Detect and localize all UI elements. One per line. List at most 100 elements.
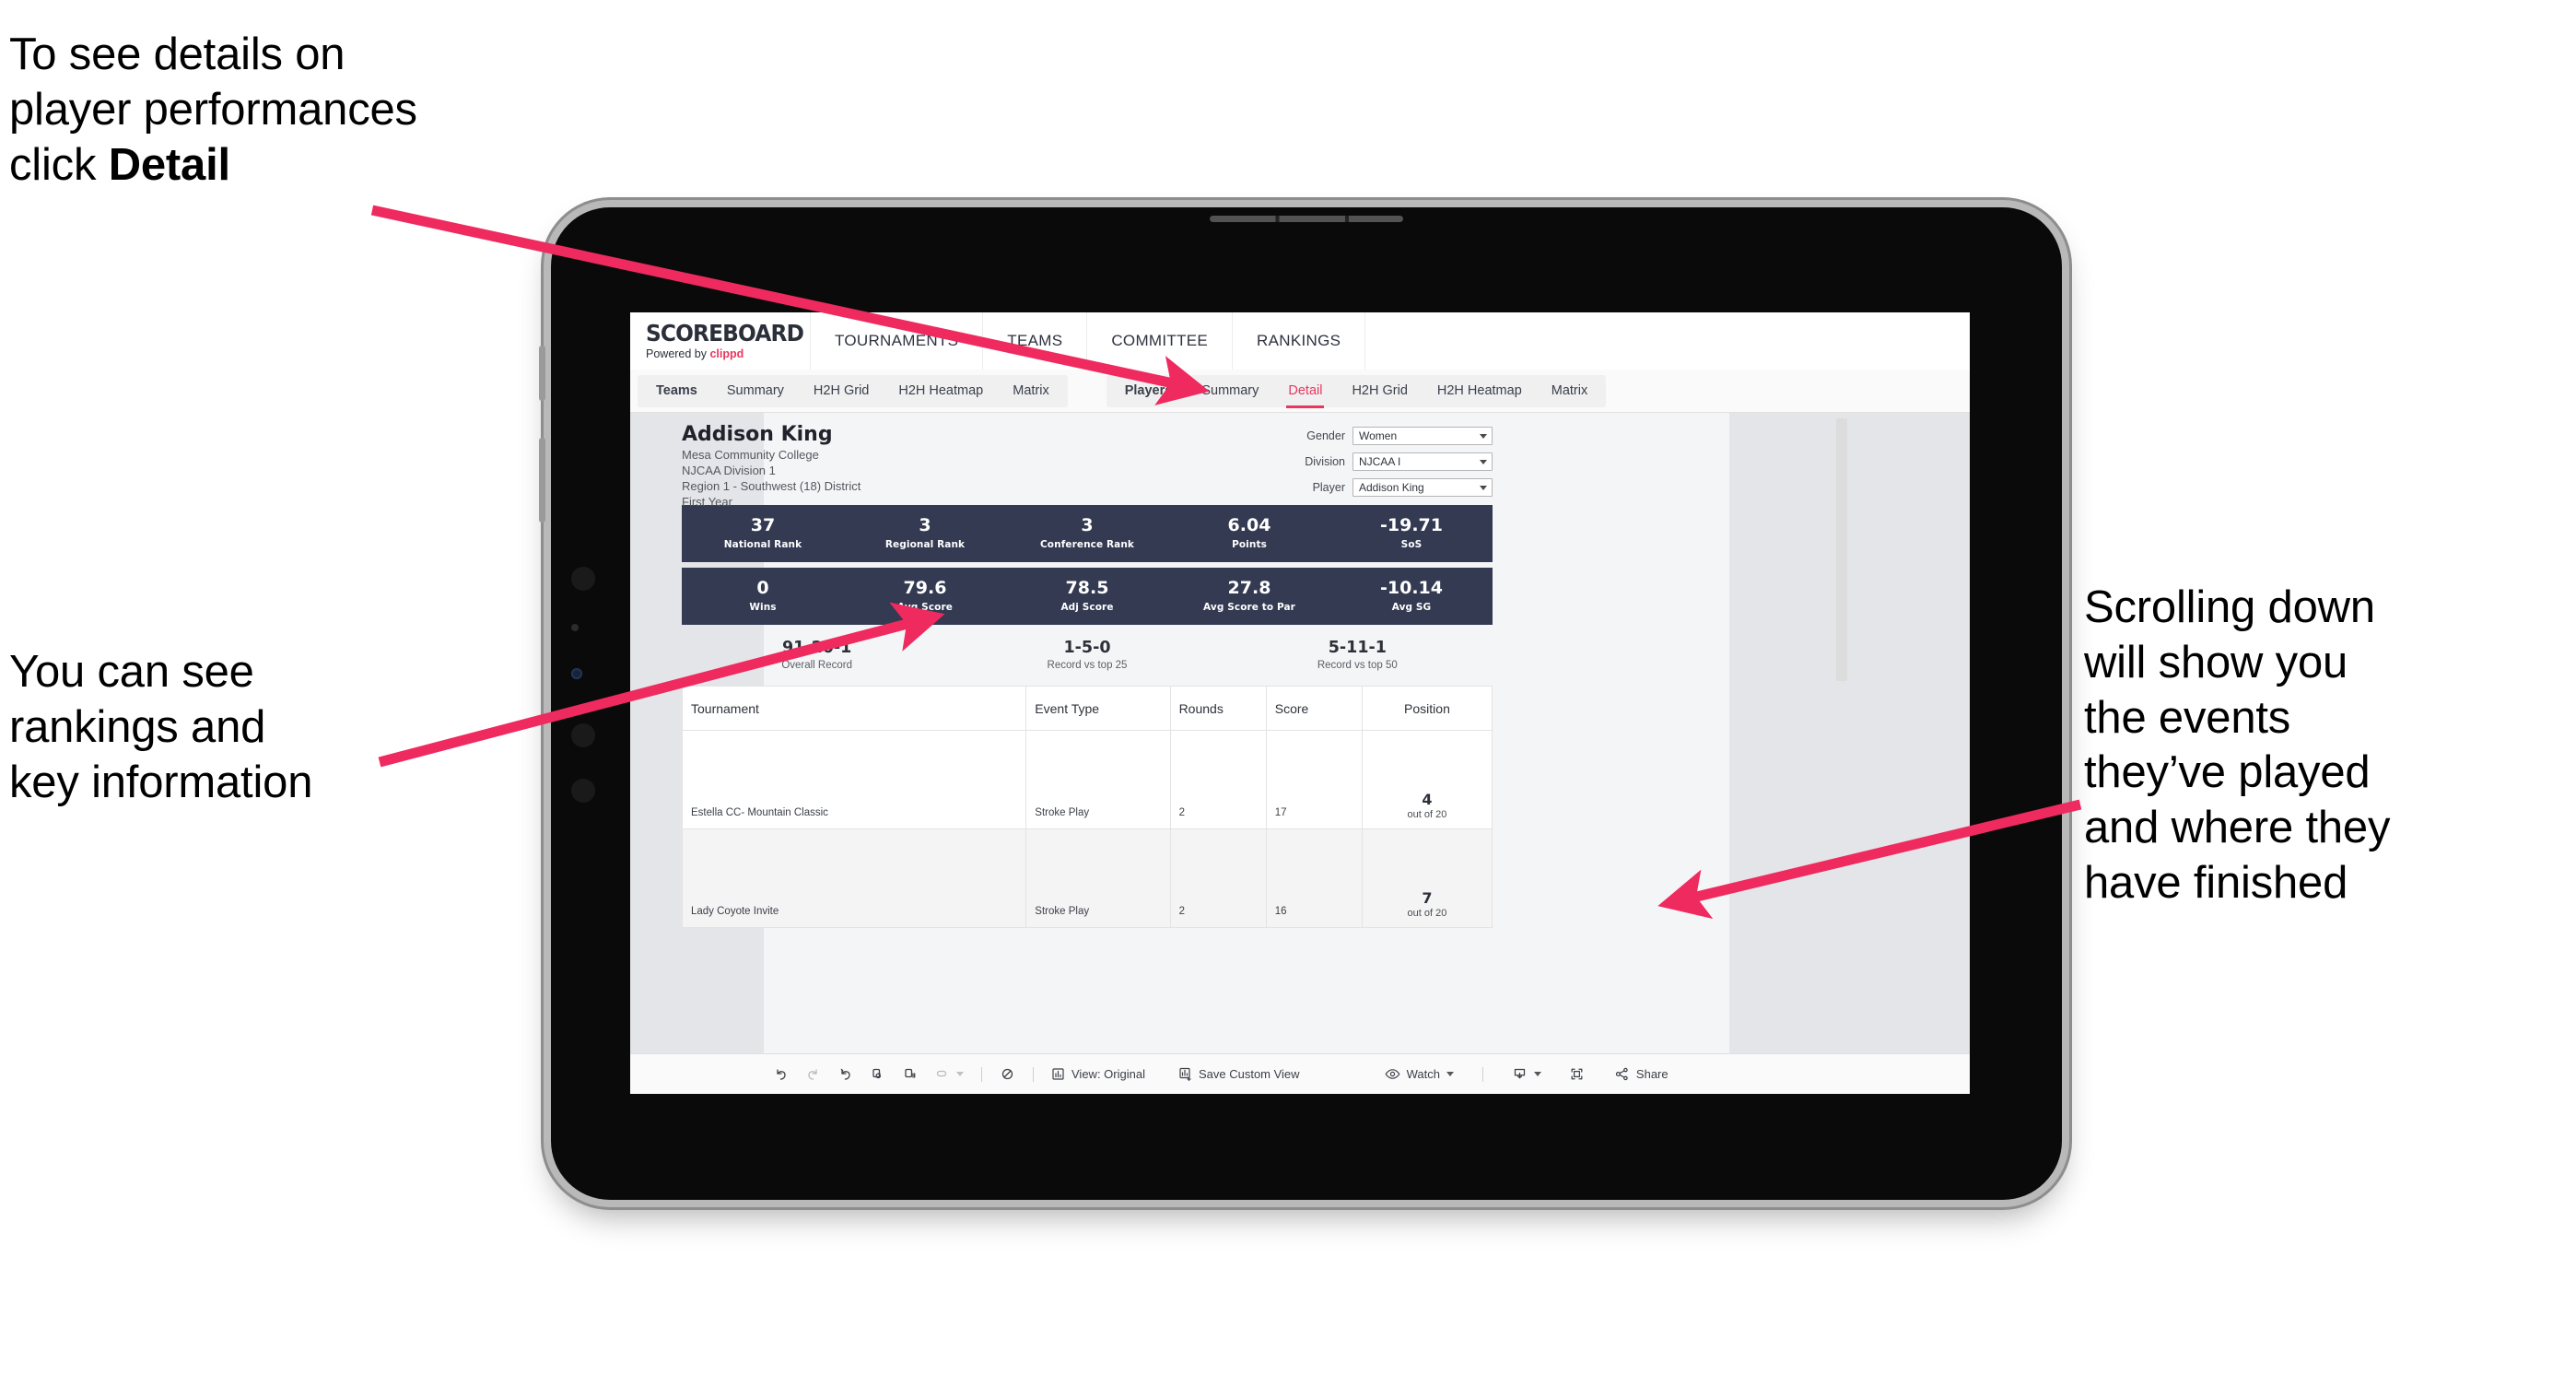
cell-tournament: Lady Coyote Invite — [681, 828, 1027, 928]
stat-label: Adj Score — [1060, 601, 1114, 613]
refresh-data-button[interactable] — [861, 1054, 894, 1095]
tab-group-teams: Teams Summary H2H Grid H2H Heatmap Matri… — [638, 374, 1068, 407]
column-header-score[interactable]: Score — [1265, 686, 1363, 731]
stat-adj-score: 78.5 Adj Score — [1006, 579, 1168, 613]
record-label: Record vs top 25 — [1047, 660, 1128, 672]
pace-button[interactable] — [991, 1054, 1024, 1095]
record-vs-top-25: 1-5-0 Record vs top 25 — [952, 638, 1222, 672]
tab-teams-summary[interactable]: Summary — [712, 375, 799, 407]
vertical-scrollbar-thumb[interactable] — [1836, 418, 1847, 681]
column-header-event-type[interactable]: Event Type — [1025, 686, 1171, 731]
undo-button[interactable] — [765, 1054, 797, 1095]
clippd-name: clippd — [709, 347, 744, 361]
tab-teams-h2h-heatmap[interactable]: H2H Heatmap — [884, 375, 998, 407]
watch-button[interactable]: Watch — [1376, 1054, 1462, 1095]
revert-button[interactable] — [829, 1054, 861, 1095]
brand-title: SCOREBOARD — [646, 320, 804, 347]
filter-value-player: Addison King — [1359, 481, 1424, 494]
toolbar-divider — [1033, 1066, 1034, 1082]
record-value: 1-5-0 — [1063, 638, 1111, 657]
pan-button[interactable] — [926, 1054, 972, 1095]
tab-teams-matrix[interactable]: Matrix — [998, 375, 1063, 407]
download-button[interactable] — [1504, 1054, 1550, 1095]
save-custom-view-button[interactable]: Save Custom View — [1170, 1054, 1308, 1095]
tab-players-matrix[interactable]: Matrix — [1537, 375, 1602, 407]
stat-label: Avg SG — [1391, 601, 1432, 613]
stat-national-rank: 37 National Rank — [682, 516, 844, 550]
stat-label: National Rank — [723, 538, 802, 550]
tablet-screen: SCOREBOARD Powered by clippd TOURNAMENTS… — [630, 312, 1970, 1094]
topnav-rankings[interactable]: RANKINGS — [1233, 312, 1366, 370]
brand-logo[interactable]: SCOREBOARD Powered by clippd — [630, 312, 811, 370]
stat-value: 3 — [919, 515, 931, 536]
tab-teams-h2h-grid[interactable]: H2H Grid — [799, 375, 884, 407]
callout-scrolling-text: Scrolling down will show you the events … — [2084, 582, 2391, 908]
stat-avg-score: 79.6 Avg Score — [844, 578, 1006, 613]
stat-label: Avg Score to Par — [1203, 601, 1295, 613]
report-body: Addison King Mesa Community College NJCA… — [681, 423, 1493, 928]
filter-select-player[interactable]: Addison King — [1352, 478, 1493, 497]
topnav-tournaments[interactable]: TOURNAMENTS — [811, 312, 984, 370]
stat-label: Wins — [749, 601, 777, 613]
stat-value: 3 — [1081, 515, 1094, 536]
sub-tab-bar: Teams Summary H2H Grid H2H Heatmap Matri… — [630, 370, 1970, 413]
table-row[interactable]: Estella CC- Mountain Classic Stroke Play… — [681, 730, 1493, 829]
stat-value: 27.8 — [1227, 578, 1271, 599]
filter-select-division[interactable]: NJCAA I — [1352, 452, 1493, 471]
tab-group-players: Players Summary Detail H2H Grid H2H Heat… — [1106, 374, 1607, 408]
cell-score: 17 — [1265, 730, 1363, 829]
tab-teams[interactable]: Teams — [641, 375, 712, 407]
pause-data-button[interactable] — [894, 1054, 926, 1095]
fullscreen-button[interactable] — [1561, 1054, 1593, 1095]
tablet-camera-lens-2 — [571, 723, 595, 747]
position-number: 7 — [1422, 889, 1433, 908]
content-canvas: Addison King Mesa Community College NJCA… — [630, 413, 1970, 1053]
tab-players-detail[interactable]: Detail — [1273, 375, 1337, 408]
tablet-speaker-grille — [1210, 216, 1403, 222]
record-label: Overall Record — [781, 660, 853, 672]
toolbar-divider — [981, 1066, 982, 1082]
position-number: 4 — [1422, 791, 1433, 809]
record-overall: 91-20-1 Overall Record — [682, 638, 952, 672]
callout-detail-text: To see details on player performances cl… — [9, 28, 636, 193]
topnav-spacer — [1365, 312, 1970, 370]
tab-players-summary[interactable]: Summary — [1187, 375, 1273, 407]
stat-label: SoS — [1400, 538, 1423, 550]
column-header-rounds[interactable]: Rounds — [1169, 686, 1267, 731]
stat-regional-rank: 3 Regional Rank — [844, 515, 1006, 550]
filter-value-division: NJCAA I — [1359, 455, 1401, 468]
chevron-down-icon — [956, 1072, 964, 1076]
record-value: 91-20-1 — [781, 638, 852, 657]
stats-row-rankings: 37 National Rank 3 Regional Rank 3 Confe… — [682, 505, 1493, 562]
topnav-teams[interactable]: TEAMS — [983, 312, 1088, 370]
tab-players-h2h-heatmap[interactable]: H2H Heatmap — [1423, 375, 1537, 407]
column-header-position[interactable]: Position — [1361, 686, 1493, 731]
redo-button[interactable] — [797, 1054, 829, 1095]
tab-players[interactable]: Players — [1110, 375, 1188, 407]
stat-value: 79.6 — [903, 578, 947, 599]
stat-points: 6.04 Points — [1168, 516, 1330, 550]
tablet-volume-button — [539, 346, 545, 401]
column-header-tournament[interactable]: Tournament — [681, 686, 1027, 731]
stats-row-scoring: 0 Wins 79.6 Avg Score 78.5 Adj Score 27.… — [682, 568, 1493, 625]
record-row: 91-20-1 Overall Record 1-5-0 Record vs t… — [682, 625, 1493, 686]
tablet-power-button — [539, 438, 545, 523]
cell-score: 16 — [1265, 828, 1363, 928]
stat-conference-rank: 3 Conference Rank — [1006, 515, 1168, 550]
toolbar-divider — [1481, 1066, 1483, 1082]
app-top-bar: SCOREBOARD Powered by clippd TOURNAMENTS… — [630, 312, 1970, 370]
cell-position: 4 out of 20 — [1361, 730, 1493, 829]
stat-label: Points — [1232, 538, 1267, 550]
player-header: Addison King Mesa Community College NJCA… — [682, 423, 1493, 509]
callout-rankings-text: You can see rankings and key information — [9, 647, 313, 807]
tab-players-h2h-grid[interactable]: H2H Grid — [1337, 375, 1422, 407]
chevron-down-icon — [1480, 433, 1487, 439]
view-original-button[interactable]: View: Original — [1043, 1054, 1153, 1095]
table-row[interactable]: Lady Coyote Invite Stroke Play 2 16 7 ou… — [681, 828, 1493, 928]
share-button[interactable]: Share — [1606, 1054, 1677, 1095]
stat-label: Avg Score — [897, 601, 953, 613]
tablet-camera-lens-3 — [571, 779, 595, 803]
topnav-committee[interactable]: COMMITTEE — [1087, 312, 1234, 370]
filter-select-gender[interactable]: Women — [1352, 427, 1493, 445]
filter-panel: Gender Women Division NJCAA I Player Add… — [1276, 427, 1493, 504]
